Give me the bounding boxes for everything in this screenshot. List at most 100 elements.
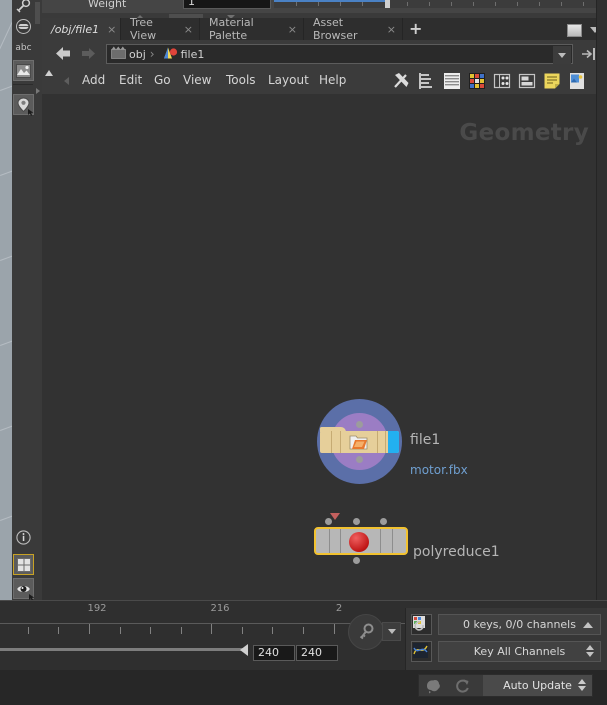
channel-list-button[interactable]: [411, 614, 432, 635]
tool-text-abc-icon[interactable]: abc: [14, 38, 33, 57]
menu-scroll-up-icon[interactable]: [45, 70, 53, 76]
tool-image-plane-icon[interactable]: [13, 60, 34, 81]
network-canvas[interactable]: Geometry file1: [42, 94, 607, 600]
notes-button[interactable]: [543, 72, 561, 90]
expand-up-icon[interactable]: [583, 622, 593, 628]
path-dropdown-button[interactable]: [553, 46, 571, 64]
grid-snapping-button[interactable]: [493, 72, 511, 90]
image-icon: [568, 72, 586, 90]
zoom-tool-icon: [16, 0, 32, 14]
back-button[interactable]: [54, 45, 72, 63]
ruler-baseline: [0, 623, 405, 624]
forward-button[interactable]: [78, 45, 96, 63]
hierarchy-icon: [418, 72, 436, 90]
tools-hammer-button[interactable]: [393, 72, 411, 90]
playbar-handle[interactable]: [240, 644, 248, 656]
tab-close-icon[interactable]: ×: [387, 23, 396, 36]
menu-view[interactable]: View: [183, 73, 211, 87]
current-frame-field[interactable]: 240: [253, 645, 295, 661]
color-palette-icon: [468, 72, 486, 90]
key-options-dropdown[interactable]: [382, 622, 401, 641]
path-crumb-obj[interactable]: obj: [129, 48, 146, 61]
viewport-left-toolbar: abc: [12, 0, 35, 600]
node-polyreduce1[interactable]: [314, 527, 408, 555]
tab-close-icon[interactable]: ×: [184, 23, 193, 36]
path-crumb-file1[interactable]: file1: [181, 48, 205, 61]
pane-splitter-vertical[interactable]: [34, 0, 42, 600]
playbar-track[interactable]: [0, 648, 243, 651]
tools-hammer-icon: [393, 72, 411, 90]
node-polyreduce1-label: polyreduce1: [413, 544, 500, 560]
node-file1[interactable]: [317, 399, 402, 484]
tool-capsule-primitive-icon[interactable]: [14, 17, 33, 36]
image-button[interactable]: [568, 72, 586, 90]
menu-edit[interactable]: Edit: [119, 73, 142, 87]
tab-close-icon[interactable]: ×: [288, 23, 297, 36]
pane-tab-bar: /obj/file1 × Tree View × Material Palett…: [42, 18, 607, 41]
layout-panes-button[interactable]: [518, 72, 536, 90]
tab-asset-browser[interactable]: Asset Browser ×: [304, 18, 403, 40]
node-display-flag[interactable]: [388, 431, 399, 453]
update-mode-label: Auto Update: [503, 679, 572, 692]
node-file1-sublabel: motor.fbx: [410, 463, 468, 477]
list-layers-icon: [443, 72, 461, 90]
parameter-weight-row: Weight 1: [42, 0, 607, 13]
key-scope-dropdown[interactable]: Key All Channels: [438, 641, 601, 662]
node-input-connector[interactable]: [356, 421, 363, 428]
tool-light-probe-icon[interactable]: [13, 94, 34, 115]
tool-grid-layout-icon[interactable]: [13, 554, 34, 575]
menu-tools[interactable]: Tools: [226, 73, 256, 87]
geometry-node-icon: [163, 46, 178, 63]
animation-curve-button[interactable]: [411, 641, 432, 662]
update-mode-dropdown[interactable]: Auto Update: [483, 675, 592, 696]
node-output-connector[interactable]: [353, 557, 360, 564]
tab-label: Tree View: [130, 16, 176, 42]
maximize-pane-button[interactable]: [567, 24, 582, 37]
spinner-icon[interactable]: [578, 679, 586, 691]
info-icon: [16, 530, 31, 545]
menu-help[interactable]: Help: [319, 73, 346, 87]
tool-eye-visibility-icon[interactable]: [13, 578, 34, 599]
timeline-ruler[interactable]: 192 216 2: [0, 601, 405, 636]
parameter-value-field[interactable]: 1: [183, 0, 271, 9]
spinner-icon[interactable]: [586, 645, 594, 657]
node-input-connector-2[interactable]: [380, 518, 387, 525]
animation-curve-icon: [412, 642, 429, 659]
menu-add[interactable]: Add: [82, 73, 105, 87]
network-path-field[interactable]: obj › file1: [106, 44, 573, 64]
refresh-button[interactable]: [454, 678, 471, 697]
parameter-slider-fill: [274, 0, 386, 2]
chevron-down-icon: [558, 53, 566, 58]
keys-channels-label: 0 keys, 0/0 channels: [463, 618, 576, 631]
tool-zoom-tool-icon[interactable]: [14, 0, 33, 15]
parameter-slider-handle[interactable]: [385, 0, 390, 8]
node-input-connector-1[interactable]: [353, 518, 360, 525]
list-layers-button[interactable]: [443, 72, 461, 90]
node-input-connector-0[interactable]: [325, 518, 332, 525]
forward-arrow-icon: [78, 45, 98, 63]
tab-tree-view[interactable]: Tree View ×: [121, 18, 200, 40]
tab-material-palette[interactable]: Material Palette ×: [200, 18, 304, 40]
node-polyreduce1-body[interactable]: [314, 527, 408, 555]
ruler-label-1: 216: [210, 603, 229, 614]
tool-info-icon[interactable]: [14, 528, 33, 547]
new-tab-button[interactable]: +: [409, 21, 422, 37]
tab-close-icon[interactable]: ×: [107, 23, 116, 36]
menu-scroll-left-icon[interactable]: [64, 77, 69, 85]
vertical-scrollbar[interactable]: [596, 0, 607, 600]
menu-go[interactable]: Go: [154, 73, 171, 87]
keys-channels-display[interactable]: 0 keys, 0/0 channels: [438, 614, 601, 635]
node-output-connector[interactable]: [356, 456, 363, 463]
path-separator: ›: [150, 47, 155, 61]
node-file1-body[interactable]: [320, 431, 399, 453]
node-file1-label: file1: [410, 432, 440, 448]
hierarchy-button[interactable]: [418, 72, 436, 90]
tab-obj-file1[interactable]: /obj/file1 ×: [42, 18, 121, 40]
cook-button[interactable]: [425, 678, 444, 697]
color-palette-button[interactable]: [468, 72, 486, 90]
menu-layout[interactable]: Layout: [268, 73, 309, 87]
grid-snapping-icon: [493, 72, 511, 90]
set-key-button[interactable]: [348, 614, 384, 650]
back-arrow-icon: [54, 45, 74, 63]
end-frame-field[interactable]: 240: [296, 645, 338, 661]
